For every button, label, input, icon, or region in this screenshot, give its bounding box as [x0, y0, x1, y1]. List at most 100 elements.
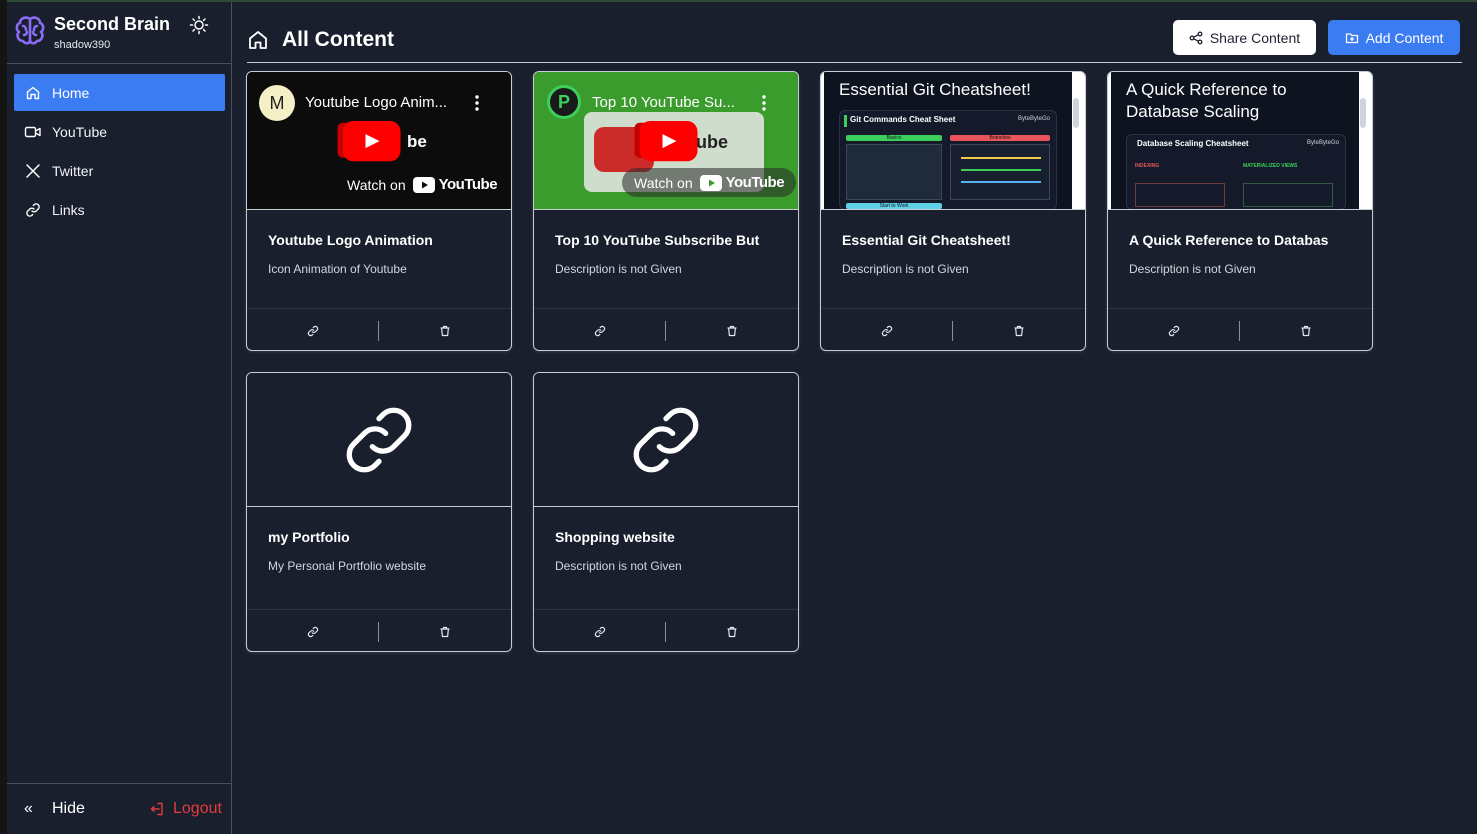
card-title: my Portfolio	[268, 529, 350, 545]
card-description: Description is not Given	[555, 559, 682, 573]
content-card: P Top 10 YouTube Su... ube Watch on YouT…	[533, 71, 799, 351]
play-button-icon[interactable]	[634, 121, 698, 163]
brand-area: Second Brain shadow390	[7, 2, 231, 64]
delete-button[interactable]	[437, 323, 453, 339]
window-left-edge	[0, 0, 7, 834]
delete-button[interactable]	[1011, 323, 1027, 339]
trash-icon	[1301, 325, 1311, 337]
link-preview[interactable]	[534, 373, 798, 507]
open-link-button[interactable]	[305, 323, 321, 339]
embed-heading: A Quick Reference to Database Scaling	[1126, 79, 1287, 123]
hide-sidebar-button[interactable]: « Hide	[24, 800, 85, 818]
divider	[378, 622, 379, 642]
link-icon	[307, 325, 319, 337]
page-title-text: All Content	[282, 28, 394, 51]
sidebar-item-label: YouTube	[52, 123, 108, 140]
embed-heading-line: Database Scaling	[1126, 102, 1260, 121]
card-description: Icon Animation of Youtube	[268, 262, 407, 276]
sidebar-item-twitter[interactable]: Twitter	[14, 152, 225, 189]
play-button-icon[interactable]	[337, 121, 401, 163]
divider	[665, 321, 666, 341]
theme-toggle-button[interactable]	[187, 13, 211, 37]
card-title: A Quick Reference to Databas	[1129, 232, 1329, 248]
open-link-button[interactable]	[879, 323, 895, 339]
cheatsheet-preview: Essential Git Cheatsheet! Git Commands C…	[824, 72, 1072, 209]
link-icon	[594, 325, 606, 337]
x-icon	[24, 162, 42, 180]
youtube-embed[interactable]: M Youtube Logo Anim... be Watch on YouTu…	[247, 72, 511, 210]
youtube-logo-icon	[412, 176, 435, 193]
page-header: All Content Share Content Add Content	[247, 18, 1462, 63]
kebab-menu-icon[interactable]	[760, 94, 768, 112]
delete-button[interactable]	[724, 624, 740, 640]
link-preview[interactable]	[247, 373, 511, 507]
sidebar-item-label: Twitter	[52, 162, 94, 179]
sidebar-item-home[interactable]: Home	[14, 74, 225, 111]
link-icon	[594, 626, 606, 638]
home-icon	[247, 29, 269, 51]
section-indexing: INDEXING	[1135, 163, 1160, 169]
cheatsheet-panel: Git Commands Cheat Sheet ByteByteGo Basi…	[839, 110, 1057, 209]
cheatsheet-preview: A Quick Reference to Database Scaling Da…	[1111, 72, 1359, 209]
link-icon	[24, 201, 42, 219]
watch-on-youtube-link[interactable]: Watch on YouTube	[347, 176, 498, 193]
card-description: Description is not Given	[1129, 262, 1256, 276]
watch-on-youtube-link[interactable]: Watch on YouTube	[622, 168, 797, 197]
page-title: All Content	[247, 28, 394, 52]
document-embed[interactable]: Essential Git Cheatsheet! Git Commands C…	[821, 72, 1085, 210]
open-link-button[interactable]	[305, 624, 321, 640]
sidebar: Second Brain shadow390 Home YouTube Twit…	[7, 2, 232, 834]
brain-logo-icon	[15, 16, 45, 45]
panel-brand: ByteByteGo	[1017, 116, 1050, 122]
card-description: Description is not Given	[842, 262, 969, 276]
logout-button[interactable]: Logout	[149, 800, 222, 818]
sun-icon	[189, 15, 209, 35]
trash-icon	[440, 325, 450, 337]
delete-button[interactable]	[724, 323, 740, 339]
folder-plus-icon	[1345, 31, 1359, 45]
delete-button[interactable]	[437, 624, 453, 640]
sidebar-item-youtube[interactable]: YouTube	[14, 113, 225, 150]
card-title: Shopping website	[555, 529, 675, 545]
section-materialized: MATERIALIZED VIEWS	[1243, 163, 1298, 169]
share-content-button[interactable]: Share Content	[1173, 20, 1316, 55]
branch-line	[961, 157, 1041, 159]
open-link-button[interactable]	[592, 323, 608, 339]
panel-title: Git Commands Cheat Sheet	[850, 115, 956, 124]
open-link-button[interactable]	[592, 624, 608, 640]
sidebar-item-label: Home	[52, 84, 90, 101]
watch-on-label: Watch on	[347, 176, 406, 193]
panel-brand: ByteByteGo	[1306, 140, 1339, 146]
card-actions	[821, 308, 1085, 350]
logout-label: Logout	[173, 800, 222, 817]
embed-scrollbar-thumb[interactable]	[1073, 98, 1079, 128]
home-icon	[24, 84, 42, 102]
trash-icon	[727, 626, 737, 638]
add-content-button[interactable]: Add Content	[1328, 20, 1460, 55]
card-title: Top 10 YouTube Subscribe But	[555, 232, 760, 248]
card-actions	[534, 609, 798, 651]
divider	[665, 622, 666, 642]
youtube-embed[interactable]: P Top 10 YouTube Su... ube Watch on YouT…	[534, 72, 798, 210]
video-icon	[24, 123, 42, 141]
embed-scrollbar-thumb[interactable]	[1360, 98, 1366, 128]
add-label: Add Content	[1365, 29, 1444, 46]
large-link-icon	[633, 407, 699, 472]
video-title: Top 10 YouTube Su...	[592, 94, 735, 111]
branch-line	[961, 181, 1041, 183]
watch-on-label: Watch on	[634, 174, 693, 191]
section-diagram	[1243, 183, 1333, 207]
sidebar-item-links[interactable]: Links	[14, 191, 225, 228]
branch-diagram	[950, 144, 1050, 200]
video-frame-text: be	[407, 132, 427, 151]
kebab-menu-icon[interactable]	[473, 94, 481, 112]
open-link-button[interactable]	[1166, 323, 1182, 339]
share-label: Share Content	[1209, 29, 1301, 46]
link-icon	[881, 325, 893, 337]
sidebar-footer: « Hide Logout	[7, 783, 231, 834]
delete-button[interactable]	[1298, 323, 1314, 339]
card-description: Description is not Given	[555, 262, 682, 276]
document-embed[interactable]: A Quick Reference to Database Scaling Da…	[1108, 72, 1372, 210]
logout-icon	[149, 801, 165, 817]
panel-title: Database Scaling Cheatsheet	[1137, 139, 1249, 148]
